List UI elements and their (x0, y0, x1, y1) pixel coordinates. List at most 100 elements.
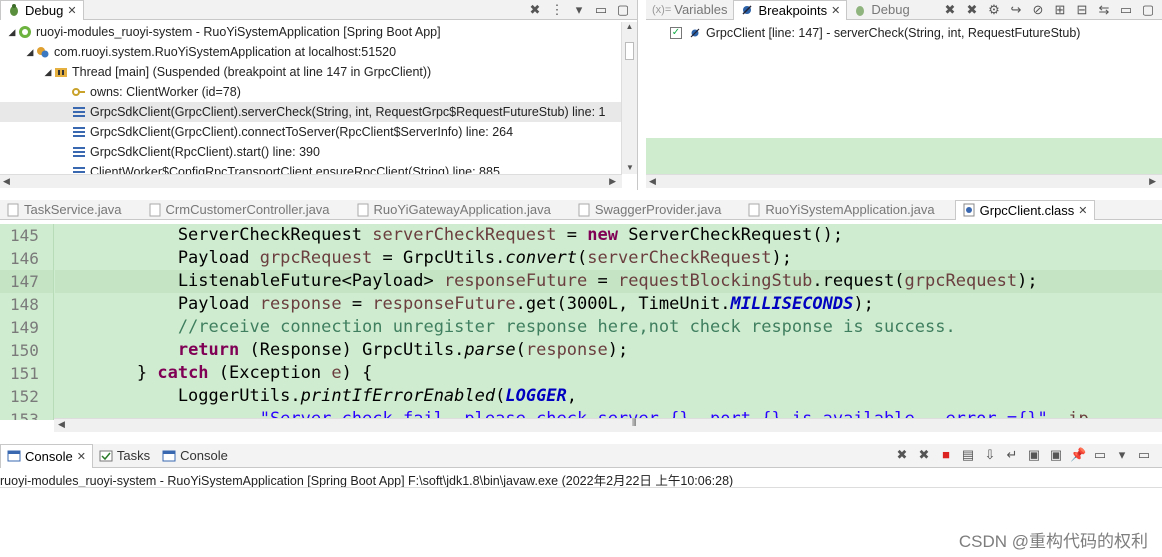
remove-all-breakpoints-icon[interactable]: ✖ (964, 2, 980, 18)
editor-horizontal-scrollbar[interactable]: ◀ ⦀ (54, 418, 1162, 432)
show-on-stdout-icon[interactable]: ▣ (1026, 447, 1042, 463)
code-line[interactable]: Payload grpcRequest = GrpcUtils.convert(… (55, 247, 1162, 270)
expand-toggle-icon[interactable]: ◢ (24, 42, 36, 62)
remove-breakpoint-icon[interactable]: ✖ (942, 2, 958, 18)
code-editor[interactable]: 145 146 147 148 149 150 151 152 153 ServerCheckR… (0, 224, 1162, 420)
line-number[interactable]: 146 (0, 247, 53, 270)
tab-breakpoints[interactable]: Breakpoints ✕ (733, 0, 848, 20)
horizontal-scrollbar[interactable]: ◀ ▶ (646, 174, 1162, 188)
line-number[interactable]: 148 (0, 293, 53, 316)
debug-tree-item[interactable]: ◢ com.ruoyi.system.RuoYiSystemApplication… (0, 42, 622, 62)
code-area[interactable]: ServerCheckRequest serverCheckRequest = … (55, 224, 1162, 420)
close-icon[interactable]: ✕ (67, 4, 76, 17)
console-tab[interactable]: Console ✕ (0, 443, 93, 468)
editor-tab-label: SwaggerProvider.java (594, 202, 722, 217)
minimize-icon[interactable]: ▭ (593, 2, 609, 18)
breakpoint-item[interactable]: ✓ GrpcClient [line: 147] - serverCheck(S… (670, 26, 1080, 40)
code-line-current[interactable]: ListenableFuture<Payload> responseFuture… (55, 270, 1162, 293)
monitor-icon (72, 85, 86, 99)
view-menu-icon[interactable]: ⋮ (549, 2, 565, 18)
minimize-icon[interactable]: ▭ (1118, 2, 1134, 18)
maximize-icon[interactable]: ▢ (615, 2, 631, 18)
close-icon[interactable]: ✕ (831, 4, 840, 17)
code-line[interactable]: } catch (Exception e) { (55, 362, 1162, 385)
scroll-left-icon[interactable]: ◀ (58, 419, 65, 430)
clear-console-icon[interactable]: ▤ (960, 447, 976, 463)
close-icon[interactable]: ✕ (77, 450, 86, 463)
scroll-up-icon[interactable]: ▲ (622, 22, 637, 31)
expand-toggle-icon[interactable]: ◢ (42, 62, 54, 82)
remove-terminated-icon[interactable]: ✖ (527, 2, 543, 18)
breakpoint-checkbox[interactable]: ✓ (670, 27, 682, 39)
editor-tab[interactable]: TaskService.java (0, 200, 128, 220)
console-tab-label: Console (180, 448, 228, 463)
debug-view: Debug ✕ ✖ ⋮ ▾ ▭ ▢ ◢ ruoyi-modules_ruoyi-s… (0, 0, 638, 190)
scroll-grip-icon[interactable]: ⦀ (632, 418, 636, 429)
debug-tree-item[interactable]: owns: ClientWorker (id=78) (0, 82, 622, 102)
editor-tab[interactable]: GrpcClient.class ✕ (954, 199, 1095, 220)
line-number[interactable]: 145 (0, 224, 53, 247)
code-line[interactable]: LoggerUtils.printIfErrorEnabled(LOGGER, (55, 385, 1162, 408)
scroll-left-icon[interactable]: ◀ (3, 176, 10, 187)
line-number[interactable]: 147 (0, 270, 53, 293)
debug-tree[interactable]: ◢ ruoyi-modules_ruoyi-system - RuoYiSyste… (0, 22, 622, 174)
skip-breakpoints-icon[interactable]: ⊘ (1030, 2, 1046, 18)
code-line[interactable]: return (Response) GrpcUtils.parse(respon… (55, 339, 1162, 362)
line-number[interactable]: 153 (0, 408, 53, 420)
console-tab[interactable]: Console (156, 444, 234, 468)
scroll-right-icon[interactable]: ▶ (609, 176, 616, 187)
tab-debug[interactable]: Debug ✕ (0, 0, 84, 20)
link-with-debug-icon[interactable]: ⇆ (1096, 2, 1112, 18)
line-number[interactable]: 151 (0, 362, 53, 385)
maximize-icon[interactable]: ▢ (1140, 2, 1156, 18)
close-icon[interactable]: ✕ (1078, 204, 1087, 217)
collapse-all-icon[interactable]: ⊟ (1074, 2, 1090, 18)
show-supported-breakpoints-icon[interactable]: ⚙ (986, 2, 1002, 18)
show-on-stderr-icon[interactable]: ▣ (1048, 447, 1064, 463)
editor-tab[interactable]: RuoYiSystemApplication.java (741, 200, 940, 220)
debug-tree-item[interactable]: ◢ Thread [main] (Suspended (breakpoint at… (0, 62, 622, 82)
minimize-icon[interactable]: ▭ (1136, 447, 1152, 463)
tab-variables-label: Variables (674, 2, 728, 17)
code-line[interactable]: //receive connection unregister response… (55, 316, 1162, 339)
debug-tree-item[interactable]: GrpcSdkClient(GrpcClient).connectToServe… (0, 122, 622, 142)
code-line[interactable]: ServerCheckRequest serverCheckRequest = … (55, 224, 1162, 247)
scroll-down-icon[interactable]: ▼ (622, 163, 638, 172)
remove-all-terminated-icon[interactable]: ✖ (916, 447, 932, 463)
chevron-down-icon[interactable]: ▾ (1114, 447, 1130, 463)
tab-debug-secondary[interactable]: Debug (847, 0, 915, 20)
scroll-right-icon[interactable]: ▶ (1149, 176, 1156, 187)
go-to-file-icon[interactable]: ↪ (1008, 2, 1024, 18)
scroll-left-icon[interactable]: ◀ (649, 176, 656, 187)
expand-toggle-icon[interactable]: ◢ (6, 22, 18, 42)
line-number[interactable]: 152 (0, 385, 53, 408)
horizontal-scrollbar[interactable]: ◀ ▶ (0, 174, 622, 188)
chevron-down-icon[interactable]: ▾ (571, 2, 587, 18)
java-file-icon (148, 203, 162, 217)
editor-tab[interactable]: CrmCustomerController.java (142, 200, 336, 220)
debug-view-tabbar: Debug ✕ ✖ ⋮ ▾ ▭ ▢ (0, 0, 637, 20)
scroll-thumb[interactable] (625, 42, 634, 60)
editor-tab-label: GrpcClient.class (979, 202, 1075, 218)
line-number[interactable]: 150 (0, 339, 53, 362)
debug-tree-item[interactable]: ◢ ruoyi-modules_ruoyi-system - RuoYiSyste… (0, 22, 622, 42)
pin-console-icon[interactable]: 📌 (1070, 447, 1086, 463)
scroll-lock-icon[interactable]: ⇩ (982, 447, 998, 463)
console-tab[interactable]: Tasks (93, 444, 156, 468)
editor-tab[interactable]: RuoYiGatewayApplication.java (350, 200, 557, 220)
debug-tree-item[interactable]: GrpcSdkClient(RpcClient).start() line: 3… (0, 142, 622, 162)
display-console-icon[interactable]: ▭ (1092, 447, 1108, 463)
debug-tree-item[interactable]: GrpcSdkClient(GrpcClient).serverCheck(St… (0, 102, 622, 122)
vertical-scrollbar[interactable]: ▲ ▼ (621, 22, 637, 174)
tab-variables[interactable]: (x)= Variables (646, 0, 733, 20)
line-number[interactable]: 149 (0, 316, 53, 339)
line-number-gutter[interactable]: 145 146 147 148 149 150 151 152 153 (0, 224, 54, 420)
expand-all-icon[interactable]: ⊞ (1052, 2, 1068, 18)
debug-tree-item[interactable]: ClientWorker$ConfigRpcTransportClient.en… (0, 162, 622, 174)
word-wrap-icon[interactable]: ↵ (1004, 447, 1020, 463)
terminate-icon[interactable]: ■ (938, 447, 954, 463)
code-line[interactable]: Payload response = responseFuture.get(30… (55, 293, 1162, 316)
editor-tab[interactable]: SwaggerProvider.java (571, 200, 727, 220)
java-file-icon (577, 203, 591, 217)
remove-launch-icon[interactable]: ✖ (894, 447, 910, 463)
